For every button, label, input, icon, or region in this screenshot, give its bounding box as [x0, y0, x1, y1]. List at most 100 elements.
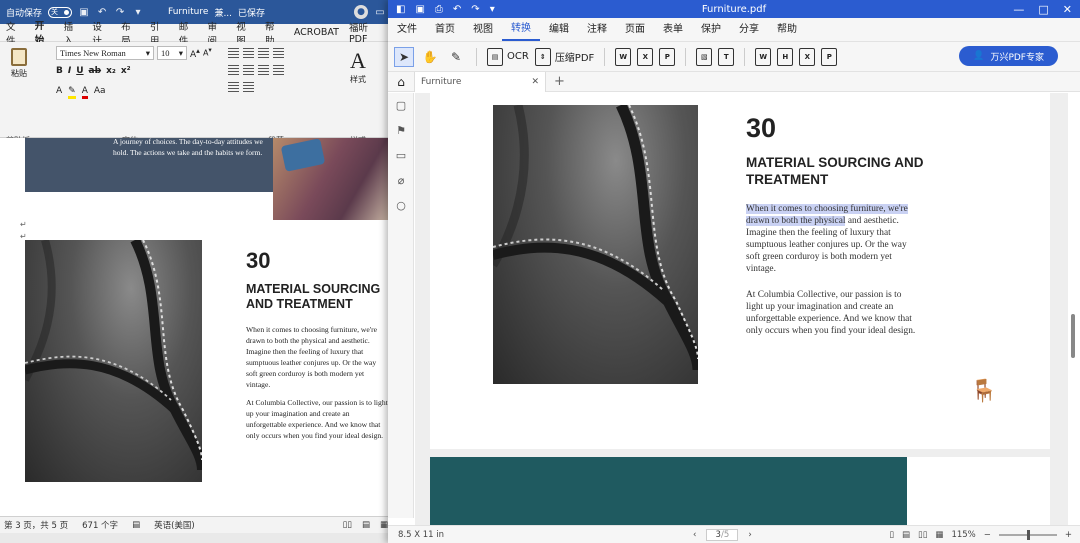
prev-page-icon[interactable]: ‹	[693, 530, 696, 540]
subscript-button[interactable]: x₂	[106, 66, 116, 76]
attachment-icon[interactable]: ⌀	[388, 168, 414, 193]
to-excel-icon[interactable]: X	[637, 47, 654, 66]
print-icon[interactable]: ⎙	[435, 4, 443, 15]
single-page-view-icon[interactable]: ▯	[889, 530, 894, 540]
pdf-viewer[interactable]: 30 MATERIAL SOURCING AND TREATMENT When …	[415, 93, 1068, 525]
language-indicator[interactable]: 英语(美国)	[154, 519, 195, 531]
word-document-canvas[interactable]: A journey of choices. The day-to-day att…	[0, 138, 392, 516]
borders-icon[interactable]	[243, 82, 254, 92]
from-excel-icon[interactable]: X	[799, 47, 816, 66]
paste-button[interactable]: 粘贴	[6, 48, 32, 79]
menu-item-form[interactable]: 表单	[654, 18, 692, 42]
save-icon[interactable]: ▣	[415, 4, 424, 15]
word-tab[interactable]: ACROBAT	[294, 27, 339, 38]
to-image-icon[interactable]: ▧	[696, 47, 713, 66]
menu-item-help[interactable]: 帮助	[768, 18, 806, 42]
two-page-view-icon[interactable]: ▯▯	[918, 530, 927, 540]
from-html-icon[interactable]: H	[777, 47, 794, 66]
to-word-icon[interactable]: W	[615, 47, 632, 66]
menu-item-protect[interactable]: 保护	[692, 18, 730, 42]
select-tool-icon[interactable]: ➤	[394, 46, 414, 67]
zoom-out-icon[interactable]: −	[984, 530, 991, 540]
compress-pdf-button[interactable]: ⇕ 压缩PDF	[534, 47, 594, 66]
menu-item-share[interactable]: 分享	[730, 18, 768, 42]
zoom-in-icon[interactable]: +	[1065, 530, 1072, 540]
maximize-icon[interactable]: □	[1038, 3, 1048, 16]
justify-icon[interactable]	[273, 65, 284, 75]
pdf-page[interactable]: 30 MATERIAL SOURCING AND TREATMENT When …	[430, 93, 1050, 449]
read-mode-icon[interactable]: ▯▯	[343, 520, 352, 530]
redo-icon[interactable]: ↷	[114, 6, 126, 18]
font-size-select[interactable]: 10 ▾	[157, 46, 187, 60]
edit-tool-icon[interactable]: ✎	[446, 47, 466, 67]
from-word-icon[interactable]: W	[755, 47, 772, 66]
menu-item-page[interactable]: 页面	[616, 18, 654, 42]
numbering-icon[interactable]	[243, 48, 254, 58]
proofing-icon[interactable]: ▤	[132, 520, 140, 530]
hand-tool-icon[interactable]: ✋	[420, 47, 440, 67]
superscript-button[interactable]: x²	[121, 66, 131, 76]
menu-item-convert[interactable]: 转换	[502, 19, 540, 41]
home-icon[interactable]: ⌂	[388, 75, 414, 89]
new-tab-icon[interactable]: +	[546, 74, 573, 89]
close-icon[interactable]: ✕	[1063, 3, 1072, 16]
close-tab-icon[interactable]: ✕	[531, 77, 539, 87]
pdf-page-next[interactable]	[430, 457, 1050, 525]
word-page[interactable]: A journey of choices. The day-to-day att…	[0, 138, 392, 516]
multilevel-icon[interactable]	[258, 48, 269, 58]
page-info[interactable]: 第 3 页，共 5 页	[4, 519, 68, 531]
undo-icon[interactable]: ↶	[453, 4, 461, 15]
font-name-select[interactable]: Times New Roman ▾	[56, 46, 154, 60]
redo-icon[interactable]: ↷	[471, 4, 479, 15]
body-paragraph-1[interactable]: When it comes to choosing furniture, we'…	[746, 203, 918, 275]
save-icon[interactable]: ▣	[78, 6, 90, 18]
thumbnails-icon[interactable]: ▢	[388, 93, 414, 118]
italic-button[interactable]: I	[68, 66, 71, 76]
strikethrough-button[interactable]: ab	[89, 66, 102, 76]
menu-item-file[interactable]: 文件	[388, 18, 426, 42]
align-left-icon[interactable]	[228, 65, 239, 75]
continuous-view-icon[interactable]: ▤	[902, 530, 910, 540]
minimize-icon[interactable]: —	[1013, 3, 1024, 16]
body-paragraph-2[interactable]: At Columbia Collective, our passion is t…	[746, 289, 918, 337]
scrollbar-thumb[interactable]	[1071, 314, 1075, 358]
zoom-slider[interactable]	[998, 529, 1057, 540]
shrink-font-icon[interactable]: A▾	[203, 46, 212, 60]
web-layout-icon[interactable]: ▦	[380, 520, 388, 530]
menu-item-home[interactable]: 首页	[426, 18, 464, 42]
word-count[interactable]: 671 个字	[82, 519, 118, 531]
bold-button[interactable]: B	[56, 66, 63, 76]
expert-button[interactable]: 👤 万兴PDF专家	[959, 46, 1058, 66]
ribbon-display-icon[interactable]: ▭	[374, 6, 386, 18]
text-effects-icon[interactable]: A	[56, 86, 62, 99]
bookmark-icon[interactable]: ⚑	[388, 118, 414, 143]
indent-icon[interactable]	[273, 48, 284, 58]
from-ppt-icon[interactable]: P	[821, 47, 838, 66]
zoom-value[interactable]: 115%	[951, 530, 975, 540]
ocr-button[interactable]: ▤ OCR	[487, 47, 529, 66]
grid-view-icon[interactable]: ▦	[935, 530, 943, 540]
to-ppt-icon[interactable]: P	[659, 47, 676, 66]
next-page-icon[interactable]: ›	[748, 530, 751, 540]
customize-qat-icon[interactable]: ▾	[132, 6, 144, 18]
styles-button[interactable]: A 样式	[350, 48, 366, 85]
align-center-icon[interactable]	[243, 65, 254, 75]
autosave-toggle[interactable]: 关	[48, 6, 73, 18]
user-avatar-icon[interactable]: ●	[354, 5, 368, 19]
change-case-icon[interactable]: Aa	[94, 86, 106, 99]
menu-item-view[interactable]: 视图	[464, 18, 502, 42]
font-color-icon[interactable]: A	[81, 86, 88, 99]
undo-icon[interactable]: ↶	[96, 6, 108, 18]
search-icon[interactable]: ○	[388, 193, 414, 218]
highlight-icon[interactable]: ✎	[68, 86, 76, 99]
grow-font-icon[interactable]: A▴	[190, 46, 200, 60]
shading-icon[interactable]	[228, 82, 239, 92]
align-right-icon[interactable]	[258, 65, 269, 75]
vertical-scrollbar[interactable]	[1071, 100, 1075, 520]
comment-icon[interactable]: ▭	[388, 143, 414, 168]
bullets-icon[interactable]	[228, 48, 239, 58]
to-text-icon[interactable]: T	[718, 47, 735, 66]
print-layout-icon[interactable]: ▤	[362, 520, 370, 530]
menu-item-edit[interactable]: 编辑	[540, 18, 578, 42]
document-tab[interactable]: Furniture ✕	[414, 71, 546, 92]
